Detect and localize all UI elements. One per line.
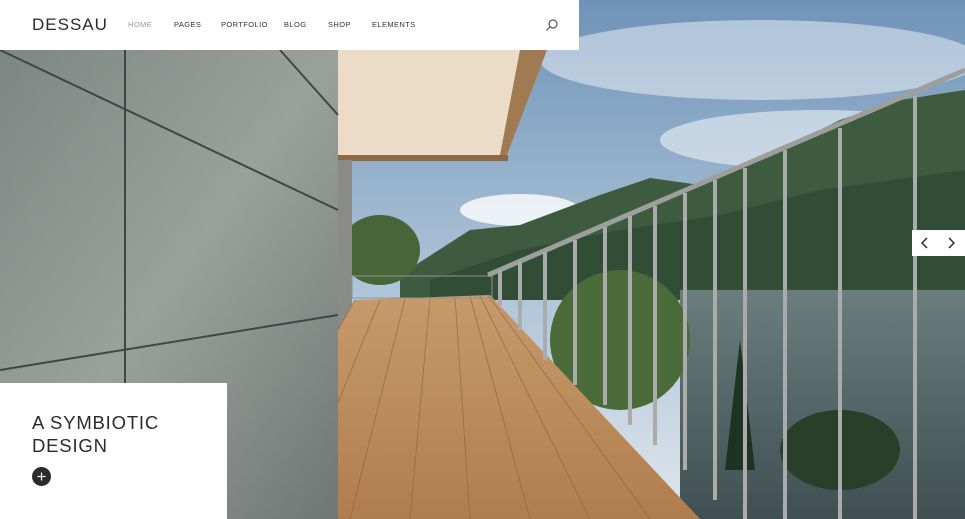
- nav-item-home[interactable]: HOME: [128, 20, 174, 29]
- main-nav: HOME PAGES PORTFOLIO BLOG SHOP ELEMENTS: [128, 20, 422, 29]
- nav-item-elements[interactable]: ELEMENTS: [372, 20, 422, 29]
- plus-icon: [37, 472, 46, 481]
- chevron-right-icon[interactable]: [938, 230, 964, 256]
- search-icon[interactable]: [545, 18, 559, 32]
- slider-navigation: [912, 230, 965, 256]
- plus-button[interactable]: [32, 467, 51, 486]
- chevron-left-icon[interactable]: [912, 230, 938, 256]
- slide-caption: A SYMBIOTIC DESIGN: [0, 383, 227, 519]
- slide-title: A SYMBIOTIC DESIGN: [32, 411, 222, 457]
- slide-title-line1: A SYMBIOTIC: [32, 412, 160, 433]
- site-header: DESSAU HOME PAGES PORTFOLIO BLOG SHOP EL…: [0, 0, 579, 50]
- nav-item-pages[interactable]: PAGES: [174, 20, 221, 29]
- logo[interactable]: DESSAU: [32, 15, 108, 35]
- nav-item-portfolio[interactable]: PORTFOLIO: [221, 20, 284, 29]
- nav-item-blog[interactable]: BLOG: [284, 20, 328, 29]
- nav-item-shop[interactable]: SHOP: [328, 20, 372, 29]
- slide-title-line2: DESIGN: [32, 435, 108, 456]
